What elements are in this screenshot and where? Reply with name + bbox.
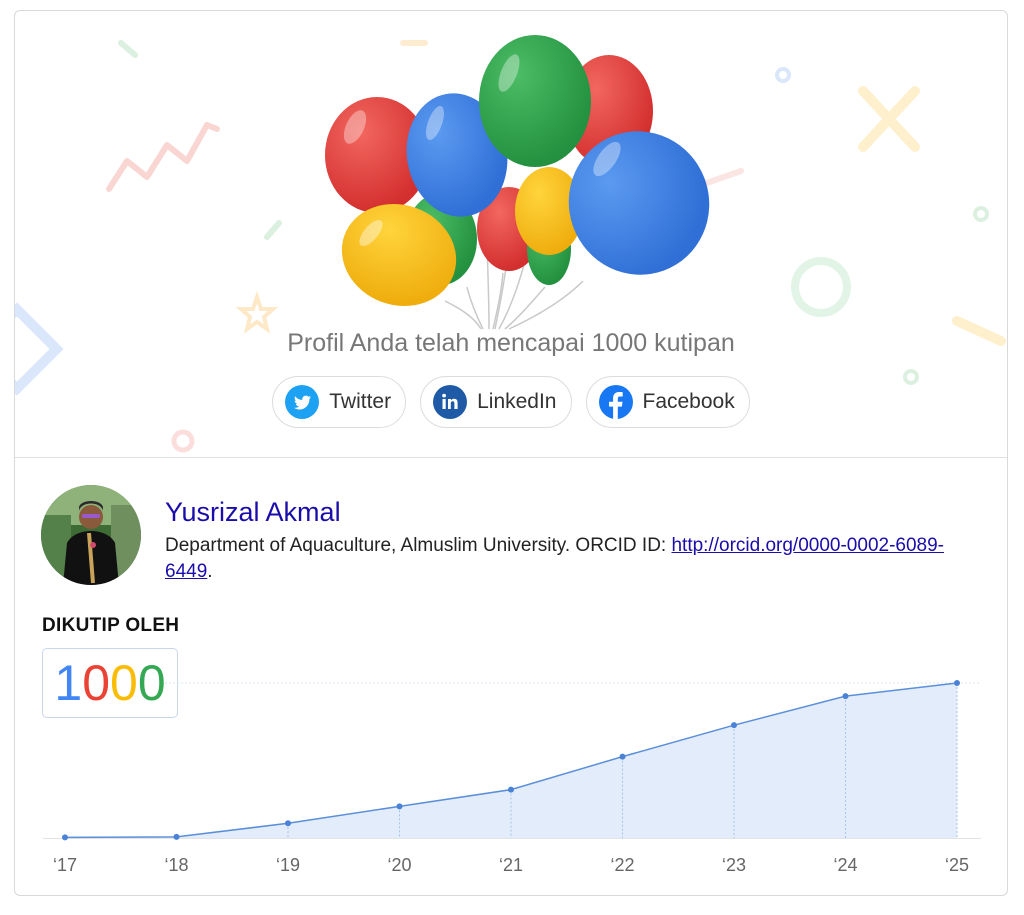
data-point-22[interactable] [619, 753, 626, 760]
citation-milestone-card: Profil Anda telah mencapai 1000 kutipan … [14, 10, 1008, 896]
affiliation-text: Department of Aquaculture, Almuslim Univ… [165, 535, 672, 556]
x-tick-label: ‘24 [833, 855, 857, 875]
share-linkedin-label: LinkedIn [477, 390, 557, 413]
green-balloon-top [479, 35, 591, 167]
section-divider [15, 457, 1007, 458]
share-facebook-label: Facebook [642, 390, 735, 413]
data-point-17[interactable] [62, 834, 68, 841]
x-tick-label: ‘23 [722, 855, 746, 875]
data-point-20[interactable] [396, 803, 403, 810]
citations-chart: ‘17 ‘18 ‘19 ‘20 ‘21 ‘22 ‘23 ‘24 ‘25 [43, 680, 981, 875]
x-tick-label: ‘19 [276, 855, 300, 875]
share-twitter-button[interactable]: Twitter [272, 376, 407, 428]
data-point-19[interactable] [285, 820, 291, 827]
x-tick-label: ‘20 [387, 855, 411, 875]
share-linkedin-button[interactable]: LinkedIn [420, 376, 572, 428]
data-point-21[interactable] [508, 786, 514, 793]
x-tick-label: ‘25 [945, 855, 969, 875]
facebook-icon [598, 385, 633, 419]
avatar[interactable] [41, 485, 141, 585]
profile-photo [41, 485, 141, 585]
data-point-24[interactable] [842, 693, 849, 700]
profile-affiliation: Department of Aquaculture, Almuslim Univ… [165, 533, 965, 585]
x-tick-label: ‘17 [53, 855, 77, 875]
x-tick-label: ‘22 [610, 855, 634, 875]
affiliation-period: . [207, 561, 213, 582]
linkedin-icon [433, 385, 468, 419]
share-twitter-label: Twitter [329, 390, 392, 413]
x-tick-label: ‘18 [164, 855, 188, 875]
data-point-25[interactable] [954, 680, 960, 686]
profile-name-link[interactable]: Yusrizal Akmal [165, 497, 341, 528]
x-tick-label: ‘21 [499, 855, 523, 875]
celebration-banner: Profil Anda telah mencapai 1000 kutipan … [15, 11, 1007, 457]
share-buttons: Twitter LinkedIn Facebook [15, 376, 1007, 428]
share-facebook-button[interactable]: Facebook [585, 376, 750, 428]
milestone-message: Profil Anda telah mencapai 1000 kutipan [287, 329, 735, 357]
twitter-icon [285, 385, 320, 419]
data-point-23[interactable] [731, 722, 737, 729]
data-point-18[interactable] [173, 833, 180, 840]
